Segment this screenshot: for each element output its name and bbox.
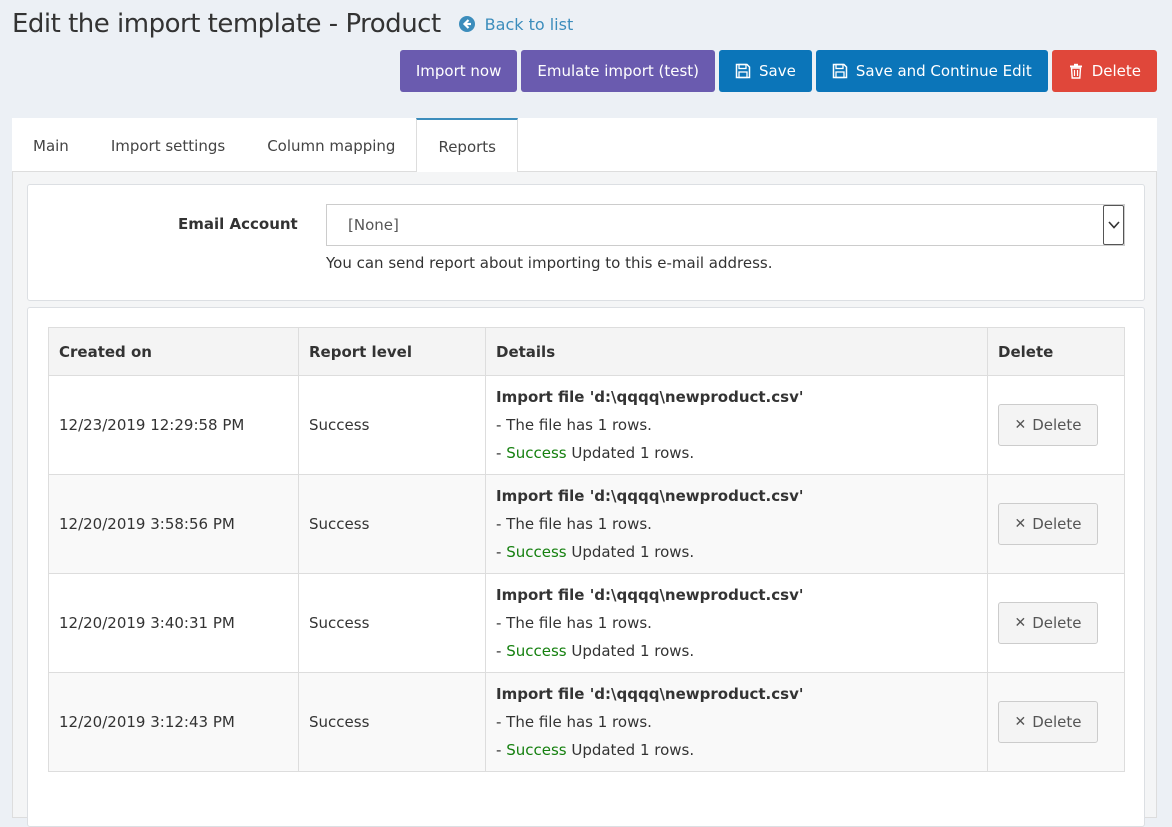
delete-row-button[interactable]: ✕ Delete [998,404,1098,446]
close-icon: ✕ [1014,516,1027,532]
detail-rows: - The file has 1 rows. [496,515,652,533]
created-on-cell: 12/20/2019 3:58:56 PM [48,474,299,574]
report-level-cell: Success [298,375,486,475]
table-row: 12/20/2019 3:40:31 PM Success Import fil… [48,573,1125,673]
delete-row-label: Delete [1032,713,1082,731]
table-header-row: Created on Report level Details Delete [48,327,1125,376]
floppy-disk-icon [735,63,751,79]
template-card: Main Import settings Column mapping Repo… [12,118,1157,827]
tab-main[interactable]: Main [12,118,90,171]
table-row: 12/20/2019 3:58:56 PM Success Import fil… [48,474,1125,574]
page-header: Edit the import template - Product Back … [12,4,573,44]
arrow-circle-left-icon [458,16,475,32]
detail-status: Success [506,642,567,660]
back-to-list-label: Back to list [484,14,574,34]
detail-updated: Updated 1 rows. [566,741,695,759]
created-on-cell: 12/20/2019 3:40:31 PM [48,573,299,673]
details-cell: Import file 'd:\qqqq\newproduct.csv' - T… [485,573,988,673]
detail-prefix: - [496,543,507,561]
detail-prefix: - [496,642,507,660]
detail-updated: Updated 1 rows. [566,543,695,561]
save-continue-label: Save and Continue Edit [855,62,1032,80]
delete-button[interactable]: Delete [1051,50,1157,92]
column-header-report-level[interactable]: Report level [298,327,486,376]
delete-row-button[interactable]: ✕ Delete [998,503,1098,545]
detail-result: - Success Updated 1 rows. [496,736,977,764]
reports-tab-content: Email Account [None] You can send report… [12,172,1157,827]
tab-reports[interactable]: Reports [416,118,518,173]
details-cell: Import file 'd:\qqqq\newproduct.csv' - T… [485,474,988,574]
email-account-hint: You can send report about importing to t… [326,254,773,272]
created-on-cell: 12/23/2019 12:29:58 PM [48,375,299,475]
email-account-select[interactable]: [None] [326,204,1125,246]
chevron-down-icon[interactable] [1103,205,1124,245]
detail-file: Import file 'd:\qqqq\newproduct.csv' [496,388,804,406]
report-level-cell: Success [298,573,486,673]
delete-row-label: Delete [1032,614,1082,632]
detail-result: - Success Updated 1 rows. [496,637,977,665]
save-continue-button[interactable]: Save and Continue Edit [815,50,1048,92]
toolbar: Import now Emulate import (test) Save Sa… [399,50,1157,92]
close-icon: ✕ [1014,714,1027,730]
delete-row-button[interactable]: ✕ Delete [998,602,1098,644]
delete-cell: ✕ Delete [987,375,1125,475]
detail-status: Success [506,741,567,759]
delete-row-label: Delete [1032,515,1082,533]
page-title: Edit the import template - Product [12,9,441,39]
email-account-panel: Email Account [None] You can send report… [27,184,1145,301]
details-cell: Import file 'd:\qqqq\newproduct.csv' - T… [485,672,988,772]
table-row: 12/20/2019 3:12:43 PM Success Import fil… [48,672,1125,772]
created-on-cell: 12/20/2019 3:12:43 PM [48,672,299,772]
reports-table: Created on Report level Details Delete 1… [48,327,1125,772]
delete-cell: ✕ Delete [987,573,1125,673]
detail-rows: - The file has 1 rows. [496,713,652,731]
detail-prefix: - [496,741,507,759]
trash-icon [1068,63,1084,79]
detail-file: Import file 'd:\qqqq\newproduct.csv' [496,487,804,505]
tab-import-settings[interactable]: Import settings [90,118,246,171]
details-cell: Import file 'd:\qqqq\newproduct.csv' - T… [485,375,988,475]
close-icon: ✕ [1014,417,1027,433]
emulate-import-button[interactable]: Emulate import (test) [521,50,716,92]
detail-file: Import file 'd:\qqqq\newproduct.csv' [496,685,804,703]
detail-updated: Updated 1 rows. [566,444,695,462]
detail-result: - Success Updated 1 rows. [496,439,977,467]
email-account-label: Email Account [178,215,298,233]
detail-updated: Updated 1 rows. [566,642,695,660]
back-to-list-link[interactable]: Back to list [458,14,574,34]
delete-row-button[interactable]: ✕ Delete [998,701,1098,743]
save-label: Save [759,62,796,80]
detail-file: Import file 'd:\qqqq\newproduct.csv' [496,586,804,604]
report-level-cell: Success [298,672,486,772]
column-header-delete: Delete [987,327,1125,376]
reports-panel: Created on Report level Details Delete 1… [27,307,1145,827]
report-level-cell: Success [298,474,486,574]
table-row: 12/23/2019 12:29:58 PM Success Import fi… [48,375,1125,475]
column-header-details[interactable]: Details [485,327,988,376]
floppy-disk-icon [832,63,848,79]
close-icon: ✕ [1014,615,1027,631]
delete-cell: ✕ Delete [987,672,1125,772]
delete-label: Delete [1091,62,1141,80]
delete-cell: ✕ Delete [987,474,1125,574]
import-now-button[interactable]: Import now [399,50,518,92]
email-account-value: [None] [348,216,399,234]
detail-result: - Success Updated 1 rows. [496,538,977,566]
delete-row-label: Delete [1032,416,1082,434]
detail-rows: - The file has 1 rows. [496,614,652,632]
tab-column-mapping[interactable]: Column mapping [246,118,416,171]
detail-status: Success [506,444,567,462]
tab-bar: Main Import settings Column mapping Repo… [12,118,1157,173]
save-button[interactable]: Save [719,50,812,92]
detail-prefix: - [496,444,507,462]
detail-rows: - The file has 1 rows. [496,416,652,434]
column-header-created-on[interactable]: Created on [48,327,299,376]
detail-status: Success [506,543,567,561]
